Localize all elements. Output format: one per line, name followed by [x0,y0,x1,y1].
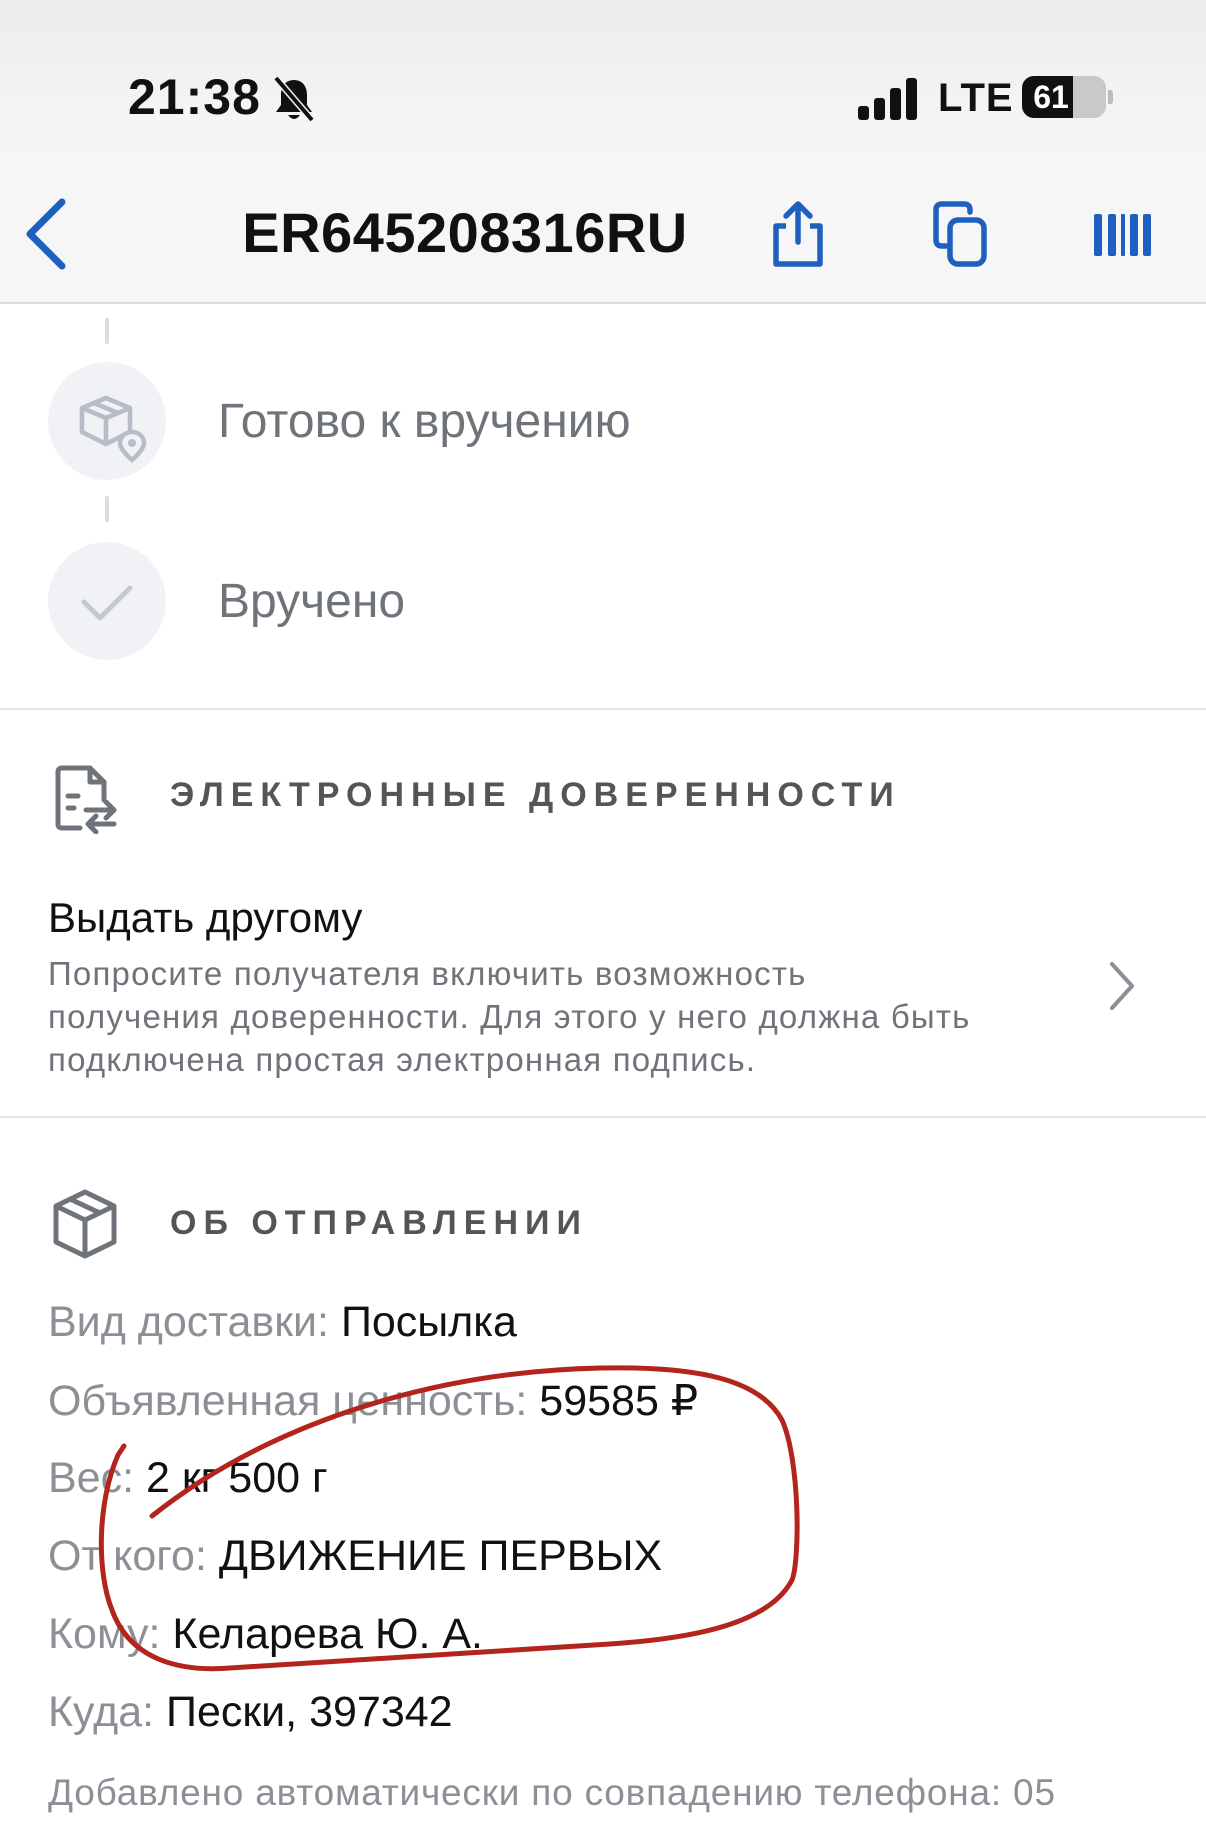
timeline-step-ready [48,362,166,480]
delegate-option-description[interactable]: Попросите получателя включить возможност… [48,952,988,1081]
declared-value-value: 59585 ₽ [539,1377,699,1425]
weight-label: Вес: [48,1454,135,1502]
section-divider [0,708,1206,710]
back-chevron-icon[interactable] [22,196,72,272]
status-time: 21:38 [128,69,261,125]
package-icon [53,1189,117,1259]
battery-indicator: 61 [1022,76,1106,118]
cellular-signal-icon [858,78,917,120]
timeline-step-delivered [48,542,166,660]
box-location-icon [79,395,147,463]
delivery-type-value: Посылка [340,1298,517,1346]
recipient-value: Келарева Ю. А. [172,1610,483,1658]
destination-label: Куда: [48,1688,155,1736]
destination-row: Куда: Пески, 397342 [48,1688,453,1737]
declared-value-label: Объявленная ценность: [48,1377,528,1425]
bell-muted-icon [273,75,315,123]
tracking-number-title: ER645208316RU [242,201,688,264]
timeline-step-label: Вручено [218,575,406,628]
timeline-step-label: Готово к вручению [218,395,631,448]
checkmark-icon [81,585,133,621]
declared-value-row: Объявленная ценность: 59585 ₽ [48,1376,698,1426]
destination-value: Пески, 397342 [166,1688,453,1736]
delegation-section-title: ЭЛЕКТРОННЫЕ ДОВЕРЕННОСТИ [170,776,901,814]
network-type: LTE [938,76,1014,120]
sender-label: От кого: [48,1532,207,1580]
delegate-option-title[interactable]: Выдать другому [48,894,362,942]
delivery-type-label: Вид доставки: [48,1298,329,1346]
weight-value: 2 кг 500 г [146,1454,328,1502]
sender-row: От кого: ДВИЖЕНИЕ ПЕРВЫХ [48,1532,662,1581]
auto-added-note: Добавлено автоматически по совпадению те… [48,1772,1056,1813]
barcode-icon[interactable] [1092,200,1152,268]
navigation-header: 21:38 LTE 61 ER645208316RU [0,0,1206,304]
document-transfer-icon [55,765,117,834]
timeline-connector [105,496,109,522]
delivery-type-row: Вид доставки: Посылка [48,1298,517,1347]
share-icon[interactable] [768,200,828,268]
shipment-section-title: ОБ ОТПРАВЛЕНИИ [170,1204,588,1242]
recipient-label: Кому: [48,1610,161,1658]
copy-icon[interactable] [930,200,990,268]
recipient-row: Кому: Келарева Ю. А. [48,1610,483,1659]
battery-tip [1108,90,1113,104]
sender-value: ДВИЖЕНИЕ ПЕРВЫХ [218,1532,663,1580]
battery-percent: 61 [1033,79,1069,115]
chevron-right-icon[interactable] [1108,960,1136,1012]
timeline-connector [105,318,109,344]
weight-row: Вес: 2 кг 500 г [48,1454,328,1503]
section-divider [0,1116,1206,1118]
